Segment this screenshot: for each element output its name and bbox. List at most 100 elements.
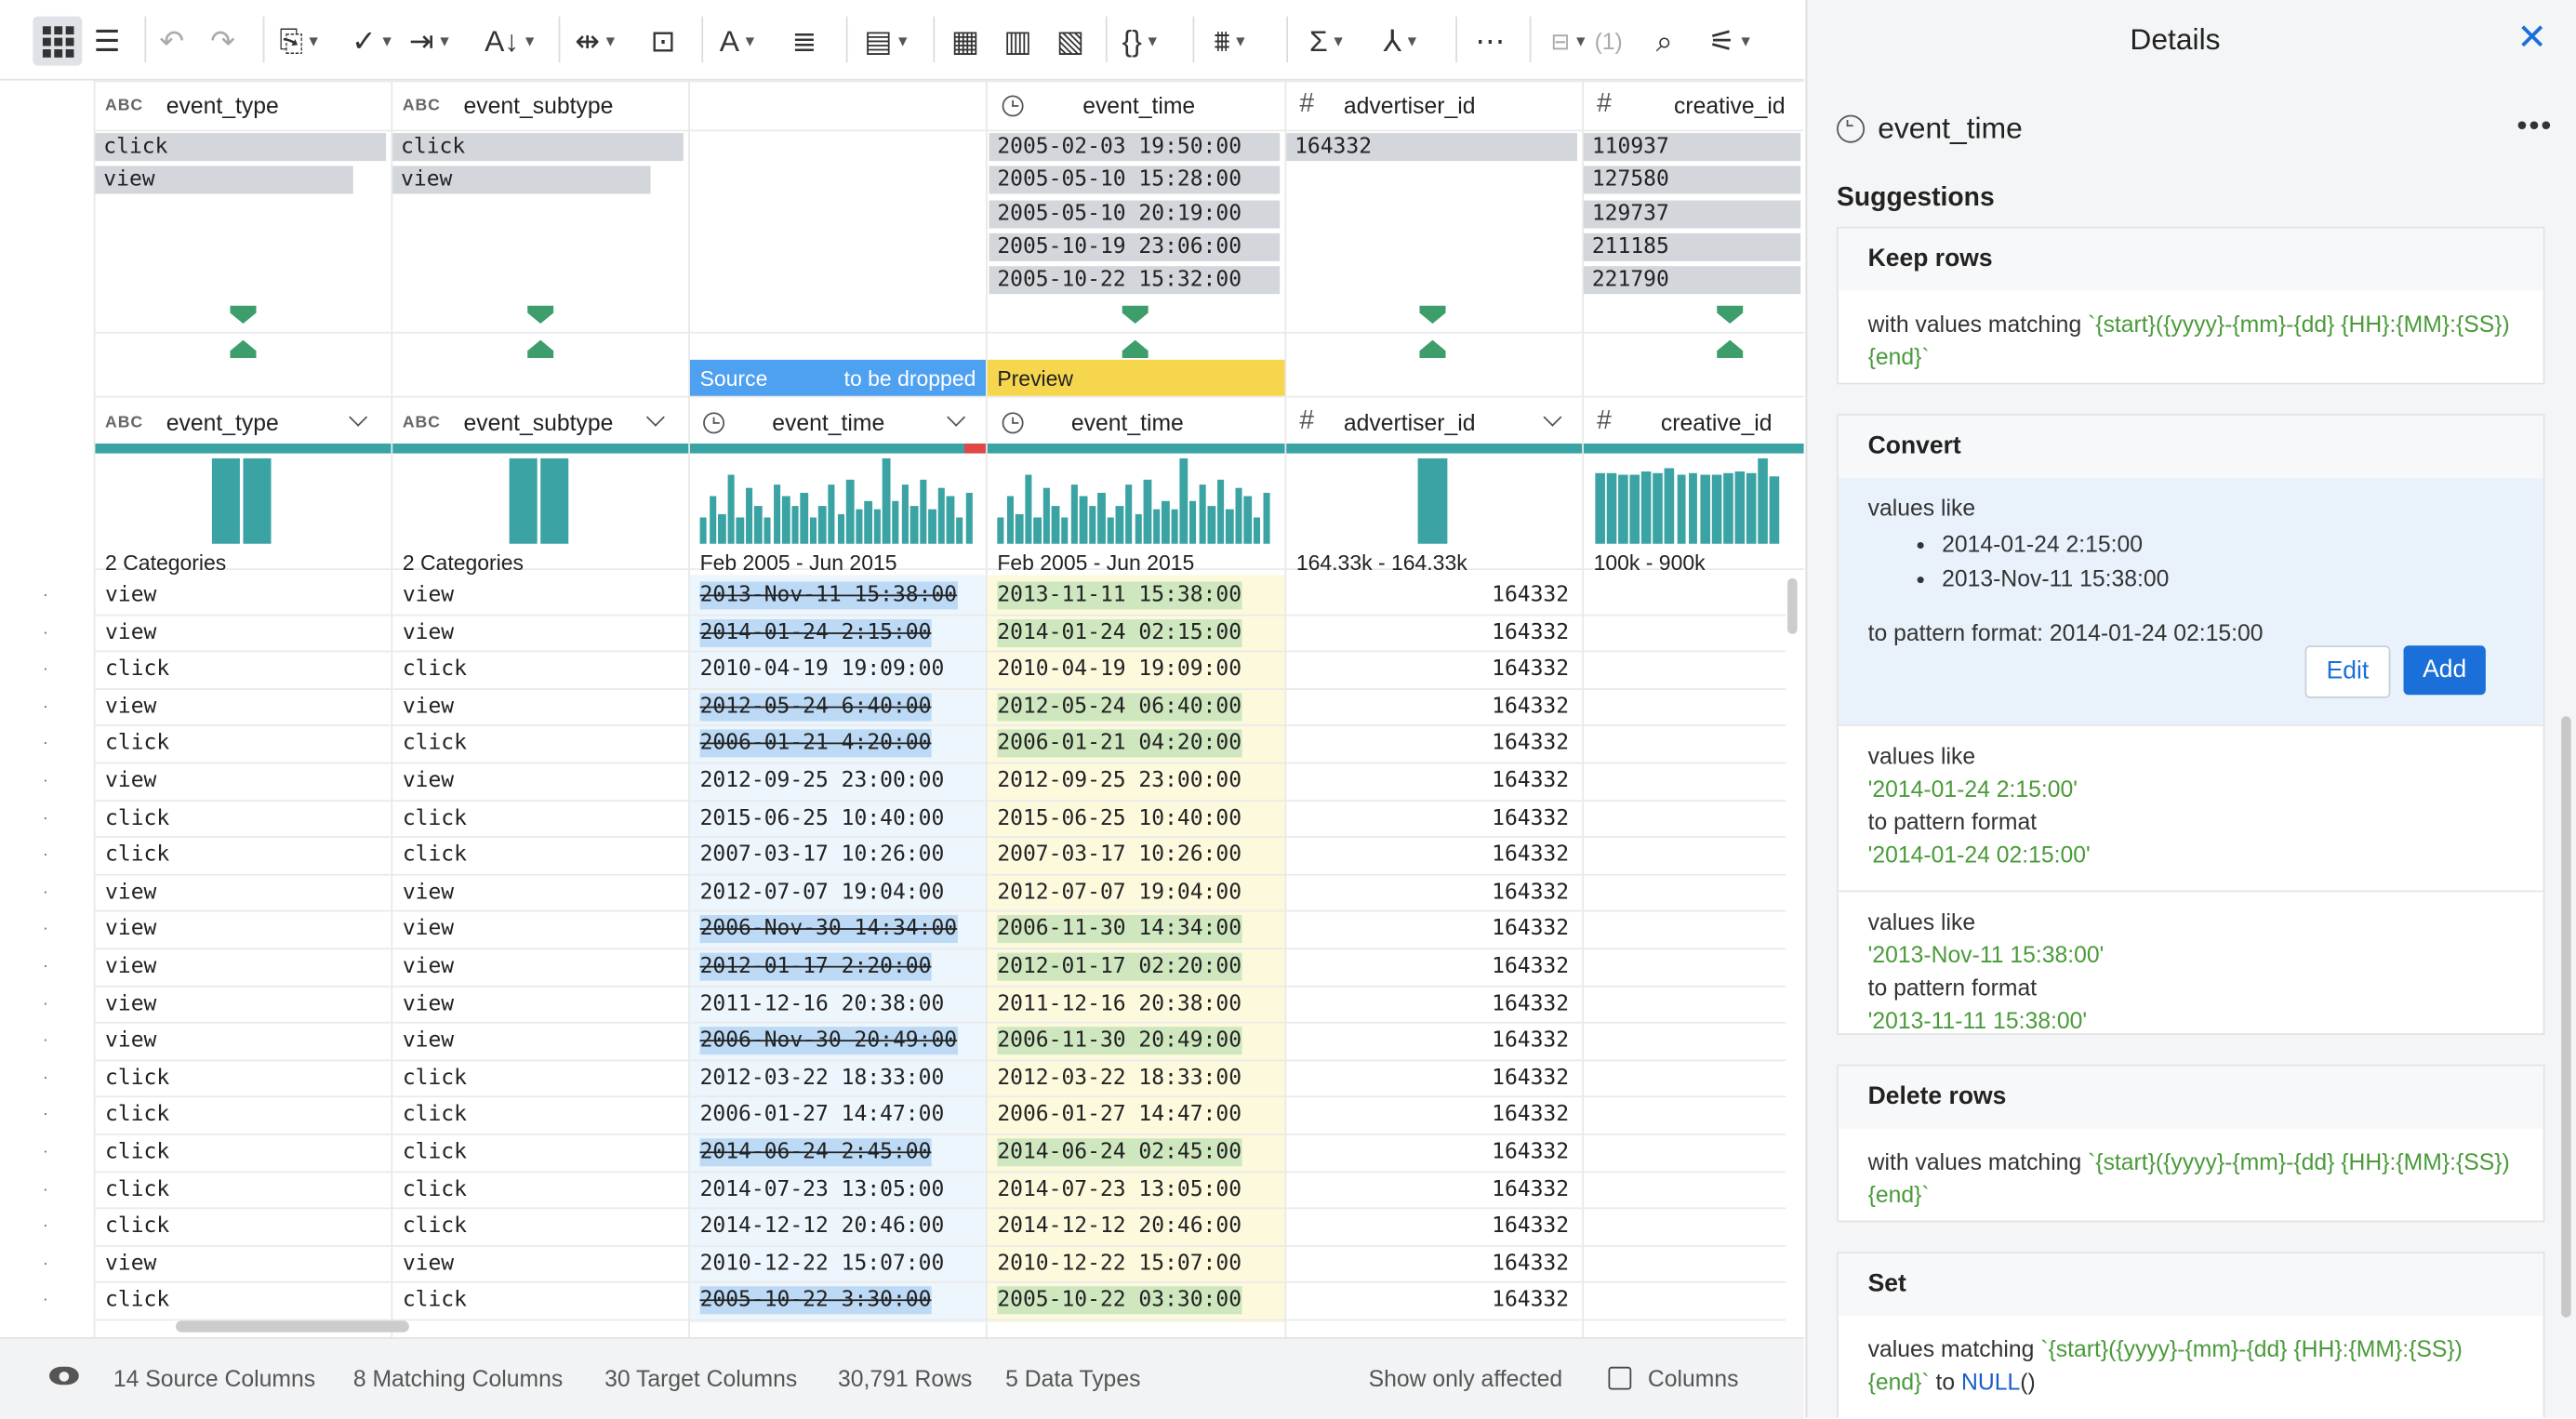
table-cell[interactable]: 2014-06-24 02:45:00 <box>997 1135 1276 1173</box>
convert-option-3[interactable]: values like '2013-Nov-11 15:38:00' to pa… <box>1838 890 2543 1049</box>
histogram-bar[interactable] <box>1216 479 1225 544</box>
table-cell[interactable]: 2012-07-07 19:04:00 <box>997 875 1276 912</box>
sample-value[interactable]: 2005-10-22 15:32:00 <box>989 266 1281 295</box>
table-cell[interactable]: view <box>105 949 384 987</box>
table-cell[interactable]: 164332 <box>1286 987 1569 1024</box>
sample-value[interactable]: 2005-05-10 15:28:00 <box>989 166 1281 194</box>
histogram-bar[interactable] <box>211 458 240 544</box>
histogram-bar[interactable] <box>1226 509 1234 544</box>
table-cell[interactable]: 2011-12-16 20:38:00 <box>700 987 979 1024</box>
matching-columns-count[interactable]: 8 Matching Columns <box>353 1365 563 1391</box>
table-cell[interactable]: 2012-03-22 18:33:00 <box>997 1061 1276 1098</box>
table-cell[interactable]: 2014-06-24 2:45:00 <box>699 1135 979 1173</box>
transpose-icon[interactable]: ▧ <box>1056 20 1084 62</box>
table-cell[interactable]: 164332 <box>1286 801 1569 838</box>
table-cell[interactable]: view <box>403 616 682 653</box>
table-cell[interactable]: 164332 <box>1286 616 1569 653</box>
histogram-bar[interactable] <box>910 505 918 544</box>
sample-value[interactable]: click <box>95 133 387 162</box>
table-cell[interactable]: click <box>105 653 384 690</box>
sample-value[interactable]: view <box>95 166 353 194</box>
upper-header-creative-id[interactable]: # creative_id <box>1597 81 1785 130</box>
histogram-bar[interactable] <box>864 500 872 544</box>
histogram-bar[interactable] <box>1152 509 1161 544</box>
table-cell[interactable]: view <box>403 578 682 616</box>
histogram-bar[interactable] <box>997 518 1005 544</box>
histogram-bar[interactable] <box>773 484 781 544</box>
table-cell[interactable]: view <box>403 690 682 727</box>
table-cell[interactable]: click <box>105 1098 384 1135</box>
histogram-bar[interactable] <box>1244 497 1252 544</box>
histogram-bar[interactable] <box>928 509 936 544</box>
table-cell[interactable]: 2012-03-22 18:33:00 <box>700 1061 979 1098</box>
histogram-bar[interactable] <box>846 479 854 544</box>
more-icon[interactable]: ⋯ <box>1475 20 1505 62</box>
histogram-bar[interactable] <box>509 458 538 544</box>
table-cell[interactable]: 164332 <box>1286 1246 1569 1283</box>
table-cell[interactable]: 2006-Nov-30 20:49:00 <box>699 1024 979 1061</box>
panel-scrollbar[interactable] <box>2561 716 2571 1318</box>
histogram-bar[interactable] <box>1079 497 1087 544</box>
settings-sliders-icon[interactable]: ⚟ ▼ <box>1708 20 1753 62</box>
histogram-bar[interactable] <box>1688 473 1698 544</box>
histogram-bar[interactable] <box>892 500 900 544</box>
histogram-bar[interactable] <box>947 497 955 544</box>
redo-icon[interactable]: ↷ <box>210 20 235 62</box>
sum-icon[interactable]: Σ ▼ <box>1309 20 1346 62</box>
table-cell[interactable]: 2012-07-07 19:04:00 <box>700 875 979 912</box>
source-columns-count[interactable]: 14 Source Columns <box>113 1365 315 1391</box>
table-cell[interactable]: view <box>105 1024 384 1061</box>
table-cell[interactable]: 2006-Nov-30 14:34:00 <box>699 912 979 949</box>
sample-value[interactable]: 2005-02-03 19:50:00 <box>989 133 1281 162</box>
table-cell[interactable]: 2012-09-25 23:00:00 <box>700 763 979 801</box>
histogram-bar[interactable] <box>937 488 946 544</box>
histogram-bar[interactable] <box>1641 471 1652 544</box>
braces-icon[interactable]: {} ▼ <box>1122 20 1161 62</box>
table-cell[interactable]: click <box>403 801 682 838</box>
histogram-bar[interactable] <box>1024 475 1032 544</box>
table-cell[interactable]: view <box>403 987 682 1024</box>
histogram-bar[interactable] <box>800 492 808 544</box>
table-cell[interactable]: click <box>105 838 384 875</box>
table-cell[interactable]: view <box>403 1024 682 1061</box>
histogram-bar[interactable] <box>1253 518 1261 544</box>
histogram-bar[interactable] <box>1734 471 1745 544</box>
histogram-bar[interactable] <box>1016 513 1023 544</box>
table-cell[interactable]: 2014-12-12 20:46:00 <box>700 1210 979 1247</box>
histogram-bar[interactable] <box>1180 458 1188 544</box>
histogram-bar[interactable] <box>901 484 909 544</box>
header-event-time-source[interactable]: event_time <box>703 399 982 444</box>
table-cell[interactable]: 164332 <box>1286 578 1569 616</box>
vertical-scrollbar[interactable] <box>1787 577 1798 634</box>
histogram-bar[interactable] <box>1595 473 1605 544</box>
upper-header-advertiser-id[interactable]: # advertiser_id <box>1299 81 1475 130</box>
table-cell[interactable]: 164332 <box>1286 912 1569 949</box>
table-cell[interactable]: 2012-05-24 6:40:00 <box>699 690 979 727</box>
chevron-down-icon[interactable] <box>349 407 368 427</box>
histogram-bar[interactable] <box>791 505 799 544</box>
table-cell[interactable]: 2015-06-25 10:40:00 <box>700 801 979 838</box>
table-cell[interactable]: 2006-01-21 04:20:00 <box>997 727 1276 764</box>
histogram-bar[interactable] <box>1135 513 1142 544</box>
histogram-bar[interactable] <box>1061 518 1069 544</box>
undo-icon[interactable]: ↶ <box>159 20 184 62</box>
rename-column-icon[interactable]: ⎘ ▼ <box>279 20 321 62</box>
table-cell[interactable]: click <box>403 1098 682 1135</box>
table-cell[interactable]: view <box>403 763 682 801</box>
table-cell[interactable]: view <box>105 987 384 1024</box>
suggestion-convert[interactable]: Convert values like 2014-01-24 2:15:00 2… <box>1837 414 2545 1035</box>
table-cell[interactable]: 2010-04-19 19:09:00 <box>997 653 1276 690</box>
table-cell[interactable]: 2012-05-24 06:40:00 <box>997 690 1276 727</box>
histogram-bar[interactable] <box>1198 484 1206 544</box>
histogram-bar[interactable] <box>243 458 272 544</box>
histogram-bar[interactable] <box>809 518 817 544</box>
table-cell[interactable]: click <box>403 727 682 764</box>
format-lines-icon[interactable]: ≣ <box>792 20 817 62</box>
table-cell[interactable]: 164332 <box>1286 690 1569 727</box>
edit-button[interactable]: Edit <box>2304 645 2391 698</box>
histogram-bar[interactable] <box>1606 473 1617 544</box>
histogram-bar[interactable] <box>1770 477 1780 544</box>
table-cell[interactable]: 164332 <box>1286 1173 1569 1210</box>
table-cell[interactable]: click <box>403 838 682 875</box>
table-cell[interactable]: view <box>105 578 384 616</box>
